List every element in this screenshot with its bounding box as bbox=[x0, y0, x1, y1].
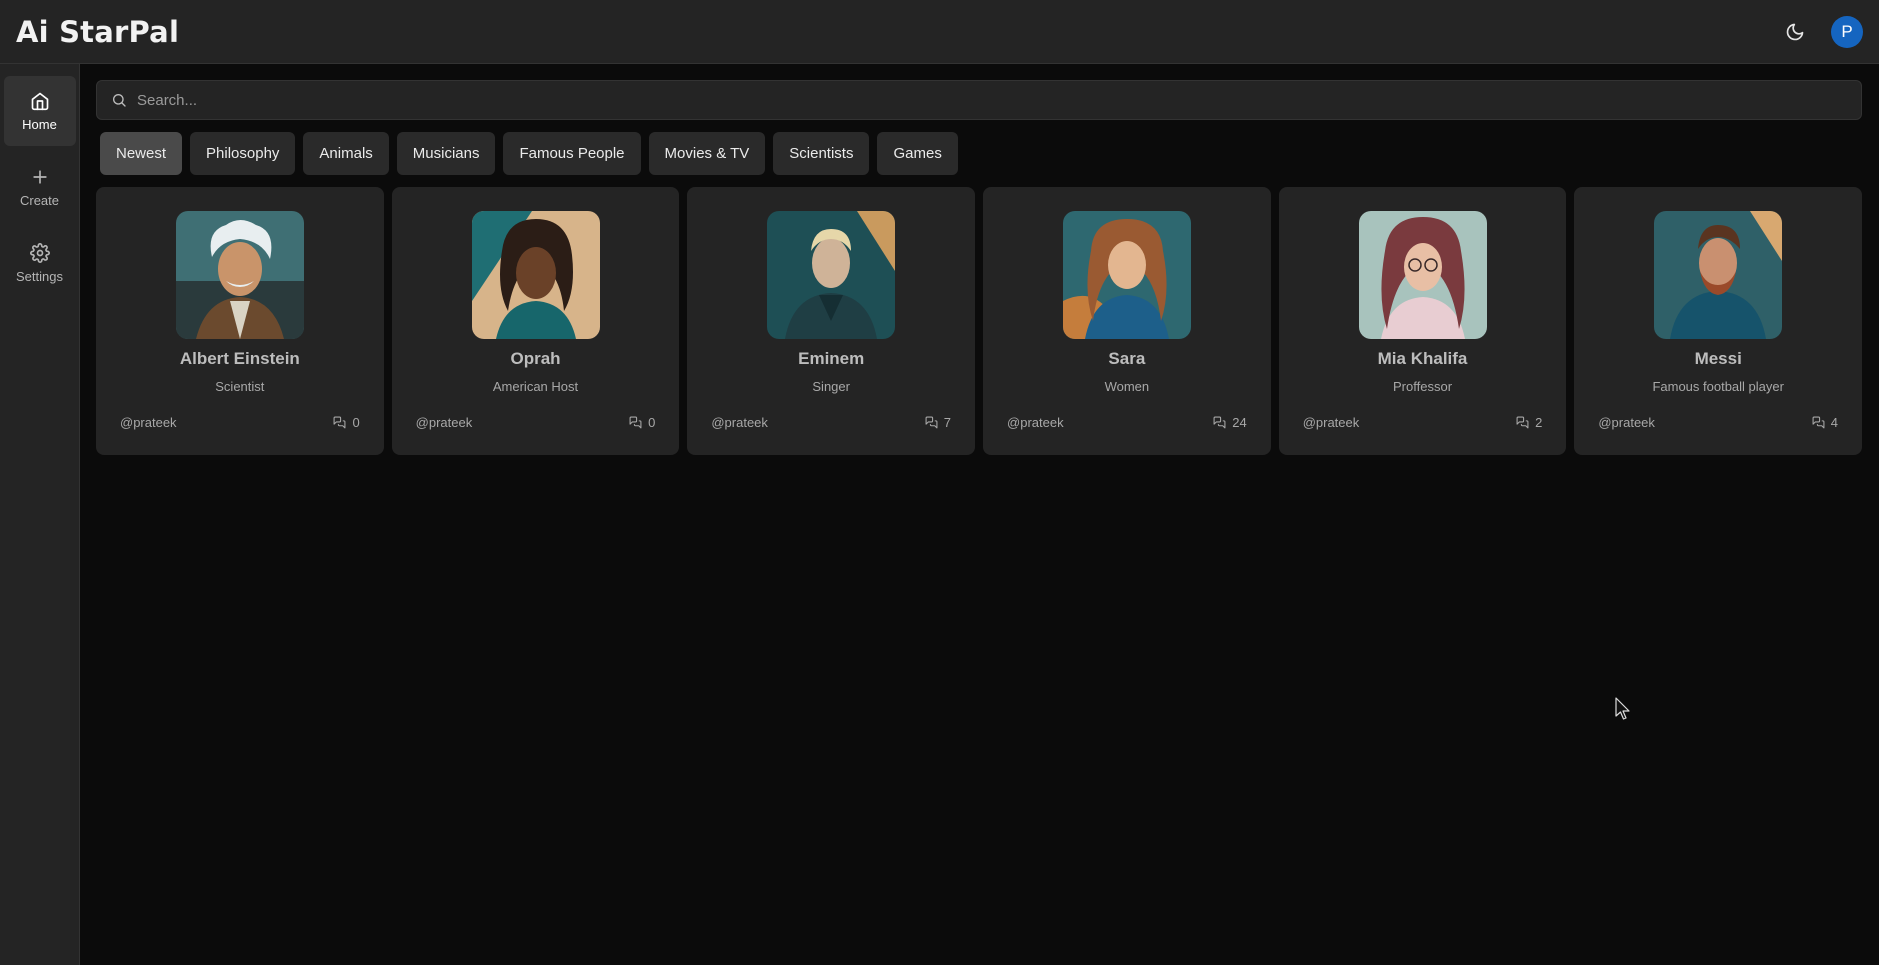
companion-description: Scientist bbox=[215, 379, 265, 394]
message-count-value: 4 bbox=[1830, 415, 1839, 430]
companion-footer: @prateek 4 bbox=[1598, 415, 1838, 430]
companion-footer: @prateek 0 bbox=[416, 415, 656, 430]
category-chip-animals[interactable]: Animals bbox=[303, 132, 389, 175]
companion-description: Proffessor bbox=[1393, 379, 1453, 394]
category-chip-newest[interactable]: Newest bbox=[100, 132, 183, 175]
companion-author: @prateek bbox=[711, 415, 768, 430]
category-list: Newest Philosophy Animals Musicians Famo… bbox=[96, 132, 1862, 175]
plus-icon bbox=[32, 169, 47, 184]
message-count-value: 2 bbox=[1535, 415, 1543, 430]
message-count: 4 bbox=[1812, 415, 1838, 430]
companion-footer: @prateek 7 bbox=[711, 415, 951, 430]
companion-footer: @prateek 24 bbox=[1007, 415, 1247, 430]
companion-card[interactable]: Sara Women @prateek 24 bbox=[983, 187, 1271, 455]
companion-card[interactable]: Messi Famous football player @prateek 4 bbox=[1574, 187, 1863, 455]
search-input[interactable] bbox=[137, 91, 1847, 109]
message-count: 0 bbox=[333, 415, 360, 430]
companion-card[interactable]: Albert Einstein Scientist @prateek 0 bbox=[96, 187, 384, 455]
companion-author: @prateek bbox=[1302, 415, 1360, 430]
message-count-value: 0 bbox=[648, 415, 656, 430]
sidebar-item-label: Create bbox=[19, 192, 60, 208]
messages-icon bbox=[1213, 416, 1226, 429]
sidebar: Home Create Settings bbox=[0, 64, 80, 965]
category-chip-musicians[interactable]: Musicians bbox=[396, 132, 496, 175]
companion-grid: Albert Einstein Scientist @prateek 0 Opr… bbox=[96, 187, 1863, 455]
top-bar: Ai StarPal P bbox=[0, 0, 1879, 64]
messages-icon bbox=[1812, 416, 1825, 429]
mouse-cursor-icon bbox=[1615, 697, 1630, 720]
topbar-actions: P bbox=[1779, 15, 1863, 48]
companion-avatar-image bbox=[1358, 211, 1487, 339]
category-chip-games[interactable]: Games bbox=[877, 132, 958, 175]
companion-author: @prateek bbox=[1007, 415, 1064, 430]
messages-icon bbox=[333, 416, 346, 429]
message-count-value: 24 bbox=[1232, 415, 1247, 430]
companion-footer: @prateek 0 bbox=[120, 415, 360, 430]
messages-icon bbox=[925, 416, 938, 429]
companion-card[interactable]: Oprah American Host @prateek 0 bbox=[391, 187, 680, 455]
category-chip-famous-people[interactable]: Famous People bbox=[503, 132, 641, 175]
moon-icon bbox=[1786, 23, 1804, 40]
sidebar-item-label: Home bbox=[22, 116, 57, 132]
app-logo[interactable]: Ai StarPal bbox=[16, 15, 179, 49]
message-count: 2 bbox=[1516, 415, 1542, 430]
companion-name: Messi bbox=[1694, 349, 1742, 368]
companion-description: Singer bbox=[812, 379, 850, 394]
sidebar-item-create[interactable]: Create bbox=[4, 152, 76, 222]
theme-toggle-button[interactable] bbox=[1779, 16, 1811, 48]
companion-avatar-image bbox=[471, 211, 600, 339]
companion-avatar-image bbox=[1062, 211, 1191, 339]
companion-name: Albert Einstein bbox=[179, 349, 300, 368]
message-count: 24 bbox=[1213, 415, 1247, 430]
main-content: Newest Philosophy Animals Musicians Famo… bbox=[96, 80, 1863, 455]
gear-icon bbox=[29, 242, 50, 263]
companion-avatar-image bbox=[767, 211, 896, 339]
category-chip-movies-tv[interactable]: Movies & TV bbox=[648, 132, 766, 175]
companion-card[interactable]: Mia Khalifa Proffessor @prateek 2 bbox=[1278, 187, 1567, 455]
companion-avatar-image bbox=[1654, 211, 1783, 339]
message-count-value: 0 bbox=[352, 415, 360, 430]
message-count: 7 bbox=[925, 415, 951, 430]
companion-author: @prateek bbox=[1598, 415, 1655, 430]
companion-name: Sara bbox=[1108, 349, 1146, 368]
category-chip-philosophy[interactable]: Philosophy bbox=[190, 132, 296, 175]
companion-card[interactable]: Eminem Singer @prateek 7 bbox=[687, 187, 976, 455]
category-chip-scientists[interactable]: Scientists bbox=[773, 132, 870, 175]
companion-avatar-image bbox=[175, 211, 304, 339]
message-count: 0 bbox=[629, 415, 655, 430]
search-icon bbox=[113, 94, 126, 107]
sidebar-item-home[interactable]: Home bbox=[3, 76, 76, 146]
companion-description: American Host bbox=[492, 379, 579, 394]
sidebar-item-label: Settings bbox=[16, 268, 63, 284]
companion-description: Women bbox=[1104, 379, 1150, 394]
user-avatar[interactable]: P bbox=[1831, 15, 1863, 48]
messages-icon bbox=[1516, 416, 1529, 429]
companion-footer: @prateek 2 bbox=[1303, 415, 1543, 430]
companion-name: Mia Khalifa bbox=[1377, 349, 1468, 368]
sidebar-item-settings[interactable]: Settings bbox=[4, 228, 76, 298]
companion-author: @prateek bbox=[120, 415, 177, 430]
search-bar bbox=[96, 80, 1862, 120]
message-count-value: 7 bbox=[943, 415, 952, 430]
messages-icon bbox=[629, 416, 642, 429]
companion-author: @prateek bbox=[415, 415, 473, 430]
companion-name: Oprah bbox=[510, 349, 561, 368]
companion-name: Eminem bbox=[798, 349, 865, 368]
home-icon bbox=[31, 92, 48, 110]
companion-description: Famous football player bbox=[1652, 379, 1784, 394]
